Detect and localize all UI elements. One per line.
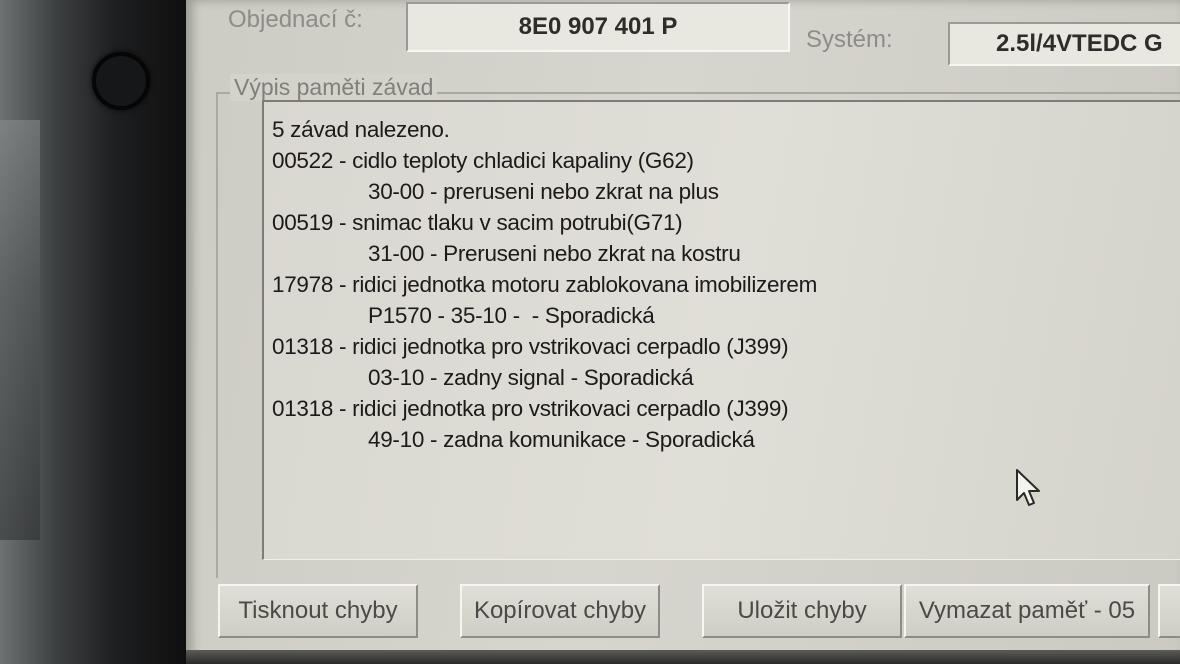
order-number-label: Objednací č: — [228, 6, 363, 33]
fault-detail-line: 49-10 - zadna komunikace - Sporadická — [368, 427, 755, 452]
fault-code-line: 01318 - ridici jednotka pro vstrikovaci … — [272, 396, 789, 421]
erase-memory-button[interactable]: Vymazat paměť - 05 — [904, 584, 1150, 638]
partial-button[interactable] — [1158, 584, 1180, 638]
print-faults-button[interactable]: Tisknout chyby — [218, 584, 418, 638]
fault-code-line: 01318 - ridici jednotka pro vstrikovaci … — [272, 334, 789, 359]
bezel-camera-ring — [92, 52, 150, 110]
system-label: Systém: — [806, 26, 893, 53]
order-number-field[interactable]: 8E0 907 401 P — [406, 2, 790, 52]
fault-detail-line: 03-10 - zadny signal - Sporadická — [368, 365, 694, 390]
fault-list[interactable]: 5 závad nalezeno. 00522 - cidlo teploty … — [262, 100, 1180, 560]
fault-code-line: 00522 - cidlo teploty chladici kapaliny … — [272, 148, 694, 173]
laptop-bezel — [0, 0, 190, 664]
bezel-bottom-edge — [186, 650, 1180, 664]
fault-detail-line: 31-00 - Preruseni nebo zkrat na kostru — [368, 241, 741, 266]
save-faults-button[interactable]: Uložit chyby — [702, 584, 902, 638]
fault-code-line: 00519 - snimac tlaku v sacim potrubi(G71… — [272, 210, 683, 235]
system-field[interactable]: 2.5l/4VTEDC G — [948, 22, 1180, 66]
system-value: 2.5l/4VTEDC G — [996, 30, 1163, 57]
mouse-pointer-icon — [1016, 469, 1040, 506]
bezel-highlight — [0, 120, 40, 540]
copy-faults-button[interactable]: Kopírovat chyby — [460, 584, 660, 638]
fault-memory-window: Objednací č: 8E0 907 401 P Systém: 2.5l/… — [186, 0, 1180, 664]
order-number-value: 8E0 907 401 P — [518, 13, 678, 40]
fault-memory-title: Výpis paměti závad — [230, 74, 438, 101]
fault-code-line: 17978 - ridici jednotka motoru zablokova… — [272, 272, 818, 297]
fault-lines: 5 závad nalezeno. 00522 - cidlo teploty … — [272, 114, 817, 455]
fault-summary-line: 5 závad nalezeno. — [272, 117, 450, 142]
fault-detail-line: P1570 - 35-10 - - Sporadická — [368, 303, 655, 328]
fault-detail-line: 30-00 - preruseni nebo zkrat na plus — [368, 179, 719, 204]
